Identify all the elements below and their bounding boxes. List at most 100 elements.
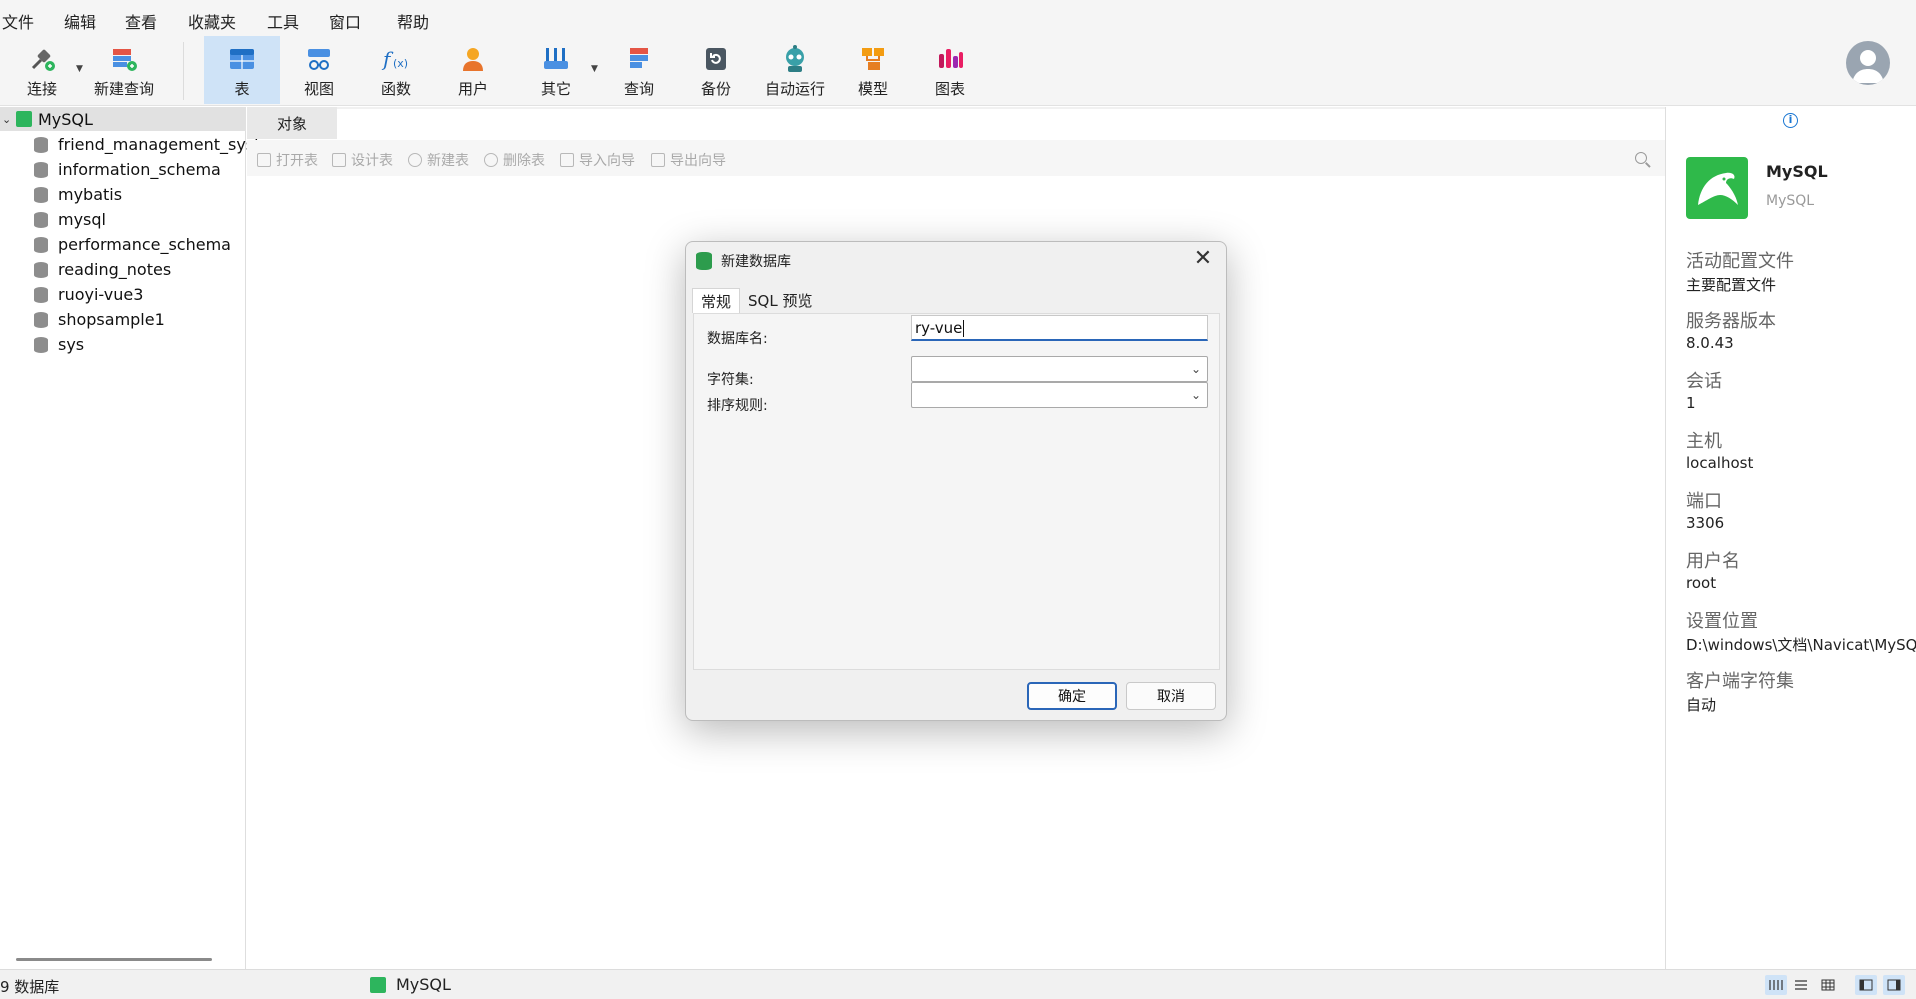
open-table-button[interactable]: 打开表 bbox=[257, 150, 318, 170]
detail-view-icon[interactable] bbox=[1817, 975, 1839, 995]
export-wizard-button[interactable]: 导出向导 bbox=[651, 150, 726, 170]
function-button[interactable]: f (x) 函数 bbox=[358, 36, 434, 104]
db-name-input[interactable]: ry-vue bbox=[911, 315, 1208, 341]
new-table-label: 新建表 bbox=[427, 153, 469, 169]
database-item[interactable]: shopsample1 bbox=[34, 307, 165, 332]
database-name: performance_schema bbox=[58, 235, 231, 254]
database-item[interactable]: ruoyi-vue3 bbox=[34, 282, 143, 307]
tab-bar-empty bbox=[337, 109, 1665, 139]
charset-label: 字符集: bbox=[707, 372, 754, 388]
list-view-icon[interactable] bbox=[1790, 975, 1812, 995]
close-icon[interactable]: ✕ bbox=[1190, 246, 1216, 272]
database-name: mysql bbox=[58, 210, 106, 229]
connect-button[interactable]: 连接 bbox=[4, 36, 80, 104]
design-table-label: 设计表 bbox=[351, 153, 393, 169]
table-button[interactable]: 表 bbox=[204, 36, 280, 104]
backup-button[interactable]: 备份 bbox=[678, 36, 754, 104]
database-item[interactable]: information_schema bbox=[34, 157, 221, 182]
menu-view[interactable]: 查看 bbox=[125, 9, 157, 33]
table-label: 表 bbox=[234, 80, 250, 98]
database-item[interactable]: mybatis bbox=[34, 182, 122, 207]
menu-window[interactable]: 窗口 bbox=[329, 9, 361, 33]
function-fx-icon: f (x) bbox=[381, 42, 411, 76]
automation-button[interactable]: 自动运行 bbox=[755, 36, 835, 104]
user-avatar[interactable] bbox=[1846, 41, 1890, 85]
other-label: 其它 bbox=[540, 80, 571, 98]
new-table-button[interactable]: 新建表 bbox=[408, 150, 469, 170]
chart-button[interactable]: 图表 bbox=[912, 36, 988, 104]
database-name: ruoyi-vue3 bbox=[58, 285, 144, 304]
cancel-button[interactable]: 取消 bbox=[1126, 682, 1216, 710]
database-item[interactable]: sys bbox=[34, 332, 84, 357]
other-button[interactable]: 其它 bbox=[518, 36, 594, 104]
tab-objects[interactable]: 对象 bbox=[247, 107, 337, 139]
toggle-info-panel-icon[interactable] bbox=[1883, 975, 1905, 995]
chart-label: 图表 bbox=[934, 80, 965, 98]
delete-table-button[interactable]: 删除表 bbox=[484, 150, 545, 170]
model-label: 模型 bbox=[857, 80, 888, 98]
info-value: localhost bbox=[1686, 454, 1754, 472]
grid-view-icon[interactable] bbox=[1765, 975, 1787, 995]
toolbar-separator bbox=[183, 42, 184, 100]
info-value: 8.0.43 bbox=[1686, 334, 1734, 352]
connection-name: MySQL bbox=[38, 109, 93, 129]
automation-label: 自动运行 bbox=[764, 80, 825, 98]
plus-icon bbox=[408, 153, 422, 167]
query-button[interactable]: 查询 bbox=[601, 36, 677, 104]
expand-chevron-icon[interactable]: ⌄ bbox=[2, 113, 16, 126]
menu-help[interactable]: 帮助 bbox=[397, 9, 429, 33]
menu-favorites[interactable]: 收藏夹 bbox=[188, 9, 236, 33]
database-icon bbox=[34, 236, 48, 253]
database-name: reading_notes bbox=[58, 260, 172, 279]
menu-file[interactable]: 文件 bbox=[2, 9, 34, 33]
database-item[interactable]: mysql bbox=[34, 207, 106, 232]
model-icon bbox=[858, 42, 888, 76]
minus-icon bbox=[484, 153, 498, 167]
menu-edit[interactable]: 编辑 bbox=[64, 9, 96, 33]
navigator-horizontal-scrollbar[interactable] bbox=[16, 958, 212, 961]
user-button[interactable]: 用户 bbox=[435, 36, 511, 104]
model-button[interactable]: 模型 bbox=[835, 36, 911, 104]
collation-select[interactable]: ⌄ bbox=[911, 382, 1208, 408]
info-label: 设置位置 bbox=[1686, 611, 1758, 632]
toggle-navigator-icon[interactable] bbox=[1855, 975, 1877, 995]
dialog-titlebar[interactable]: 新建数据库 ✕ bbox=[686, 242, 1226, 276]
import-wizard-button[interactable]: 导入向导 bbox=[560, 150, 635, 170]
connection-node-mysql[interactable]: ⌄ MySQL bbox=[0, 107, 246, 131]
robot-icon bbox=[780, 42, 810, 76]
backup-icon bbox=[701, 42, 731, 76]
connection-navigator: ⌄ MySQL friend_management_syste informat… bbox=[0, 107, 270, 969]
tools-icon bbox=[541, 42, 571, 76]
database-icon bbox=[34, 286, 48, 303]
connect-dropdown-caret[interactable]: ▼ bbox=[76, 64, 83, 74]
ok-button[interactable]: 确定 bbox=[1027, 682, 1117, 710]
main-tab-bar: 对象 bbox=[247, 107, 1665, 139]
database-item[interactable]: friend_management_syste bbox=[34, 132, 270, 157]
connect-label: 连接 bbox=[26, 80, 57, 98]
info-icon[interactable]: i bbox=[1783, 113, 1798, 128]
info-value: 主要配置文件 bbox=[1686, 276, 1777, 294]
info-label: 主机 bbox=[1686, 431, 1722, 452]
info-value: 3306 bbox=[1686, 514, 1725, 532]
db-name-value: ry-vue bbox=[915, 319, 963, 337]
database-name: shopsample1 bbox=[58, 310, 165, 329]
info-label: 活动配置文件 bbox=[1686, 251, 1794, 272]
charset-select[interactable]: ⌄ bbox=[911, 356, 1208, 382]
menu-tools[interactable]: 工具 bbox=[267, 9, 299, 33]
tab-sql-preview[interactable]: SQL 预览 bbox=[740, 288, 820, 313]
info-value: 1 bbox=[1686, 394, 1696, 412]
database-icon bbox=[34, 336, 48, 353]
view-button[interactable]: 视图 bbox=[281, 36, 357, 104]
chevron-down-icon: ⌄ bbox=[1190, 362, 1201, 376]
query-icon bbox=[624, 42, 654, 76]
user-icon bbox=[458, 42, 488, 76]
tab-general[interactable]: 常规 bbox=[692, 288, 741, 313]
search-icon[interactable] bbox=[1635, 152, 1647, 164]
database-item[interactable]: performance_schema bbox=[34, 232, 231, 257]
new-query-label: 新建查询 bbox=[93, 80, 154, 98]
database-item[interactable]: reading_notes bbox=[34, 257, 171, 282]
design-table-button[interactable]: 设计表 bbox=[332, 150, 393, 170]
db-name-label: 数据库名: bbox=[707, 331, 768, 347]
other-dropdown-caret[interactable]: ▼ bbox=[591, 64, 598, 74]
new-query-button[interactable]: 新建查询 bbox=[86, 36, 162, 104]
